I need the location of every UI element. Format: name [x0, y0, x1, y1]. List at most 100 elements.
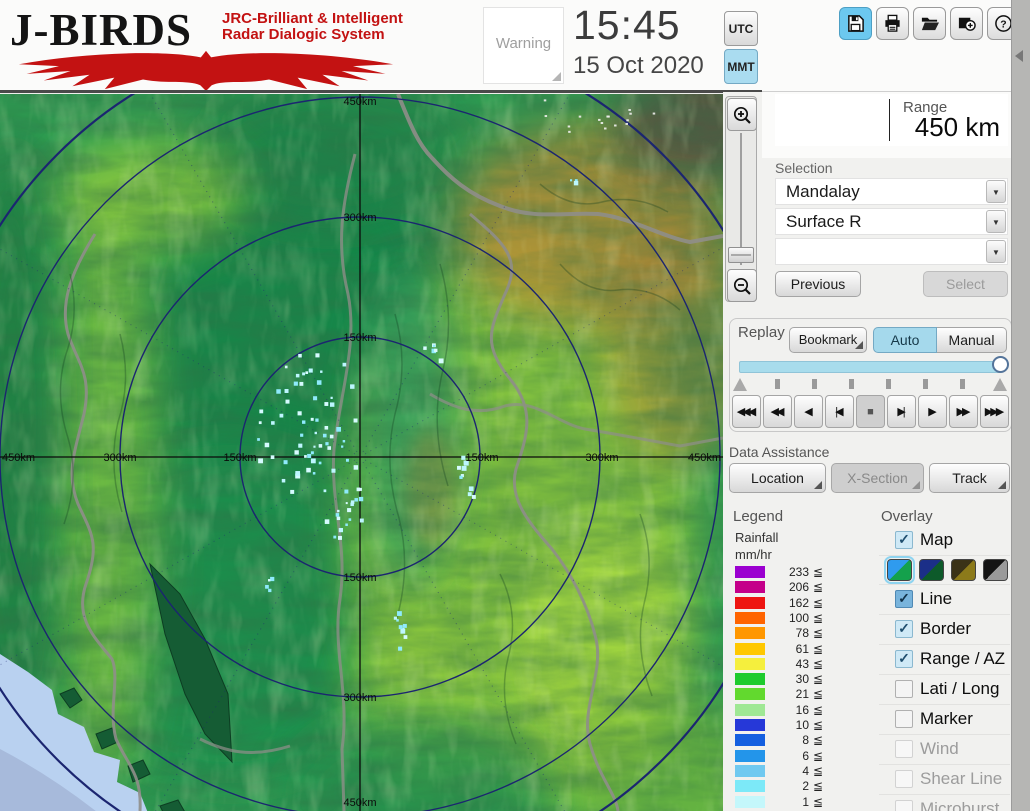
- warning-panel[interactable]: Warning: [483, 7, 564, 84]
- collapse-arrow-icon: [1015, 50, 1023, 62]
- legend-row: 78 ≦: [735, 626, 855, 640]
- legend-row: 100 ≦: [735, 611, 855, 625]
- svg-text:450km: 450km: [343, 96, 376, 108]
- replay-progress-bar[interactable]: [739, 361, 1001, 373]
- legend-row: 4 ≦: [735, 764, 855, 778]
- clock-date: 15 Oct 2020: [573, 52, 704, 79]
- overlay-item-border: ✓ Border: [879, 614, 1010, 644]
- svg-text:150km: 150km: [343, 332, 376, 344]
- previous-button[interactable]: Previous: [775, 271, 861, 297]
- checkbox-lati-long[interactable]: [895, 680, 913, 698]
- overlay-label: Lati / Long: [920, 679, 1000, 698]
- zoom-in-icon: [733, 106, 751, 124]
- legend-row: 30 ≦: [735, 672, 855, 686]
- selection-dropdown-3[interactable]: ▼: [775, 238, 1008, 265]
- overlay-item-line: ✓ Line: [879, 584, 1010, 614]
- zoom-in-button[interactable]: [727, 98, 757, 131]
- replay-tick: [812, 379, 817, 389]
- legend-swatch: [735, 596, 765, 609]
- zoom-out-button[interactable]: [727, 269, 757, 302]
- overlay-item-lati-long: Lati / Long: [879, 674, 1010, 704]
- overlay-label: Shear Line: [920, 769, 1003, 788]
- header-bar: J-BIRDS JRC-Brilliant & Intelligent Rada…: [0, 0, 1030, 93]
- legend-row: 43 ≦: [735, 657, 855, 671]
- legend-row: 16 ≦: [735, 703, 855, 717]
- chevron-down-icon[interactable]: ▼: [986, 240, 1006, 263]
- play-button[interactable]: ▶: [918, 395, 947, 428]
- legend-value: 78: [795, 626, 809, 641]
- legend-le-symbol: ≦: [813, 610, 824, 625]
- checkbox-shear-line: [895, 770, 913, 788]
- clock-time: 15:45: [573, 2, 681, 48]
- map-style-terrain-button[interactable]: [884, 556, 915, 584]
- overlay-item-range-az: ✓ Range / AZ: [879, 644, 1010, 674]
- checkbox-range-az[interactable]: ✓: [895, 650, 913, 668]
- legend-swatch: [735, 566, 765, 578]
- stop-button[interactable]: ■: [856, 395, 885, 428]
- open-file-button[interactable]: [913, 7, 946, 40]
- location-button[interactable]: Location: [729, 463, 826, 493]
- step-forward-button[interactable]: ▶|: [887, 395, 916, 428]
- utc-button[interactable]: UTC: [724, 11, 758, 46]
- legend-row: 206 ≦: [735, 580, 855, 594]
- replay-range-end-marker[interactable]: [993, 378, 1007, 391]
- manual-button[interactable]: Manual: [937, 327, 1007, 353]
- print-button[interactable]: [876, 7, 909, 40]
- checkbox-border[interactable]: ✓: [895, 620, 913, 638]
- legend-swatch: [735, 719, 765, 731]
- add-image-icon: [958, 17, 976, 31]
- legend-le-symbol: ≦: [813, 641, 824, 656]
- legend-swatch: [735, 795, 765, 808]
- replay-tick: [849, 379, 854, 389]
- mmt-button[interactable]: MMT: [724, 49, 758, 84]
- chevron-down-icon[interactable]: ▼: [986, 180, 1006, 203]
- overlay-label: Marker: [920, 709, 973, 728]
- rewind-button[interactable]: ◀◀: [763, 395, 792, 428]
- checkbox-map[interactable]: ✓: [895, 531, 913, 549]
- map-style-grey-button[interactable]: [983, 559, 1008, 581]
- svg-text:?: ?: [1000, 19, 1006, 30]
- step-back-button[interactable]: |◀: [825, 395, 854, 428]
- legend-row: 162 ≦: [735, 596, 855, 610]
- header-divider: [0, 90, 762, 93]
- legend-swatch: [735, 688, 765, 701]
- select-button[interactable]: Select: [923, 271, 1008, 297]
- selection-dropdown-1[interactable]: Mandalay ▼: [775, 178, 1008, 205]
- map-style-olive-button[interactable]: [951, 559, 976, 581]
- svg-text:300km: 300km: [103, 452, 136, 464]
- legend-unit-line2: mm/hr: [735, 547, 772, 562]
- forward-fast-button[interactable]: ▶▶▶: [980, 395, 1009, 428]
- zoom-slider-handle[interactable]: [728, 247, 754, 263]
- legend-value: 162: [788, 595, 809, 610]
- legend-value: 30: [795, 672, 809, 687]
- x-section-button[interactable]: X-Section: [831, 463, 924, 493]
- replay-tick: [886, 379, 891, 389]
- add-image-button[interactable]: [950, 7, 983, 40]
- checkbox-marker[interactable]: [895, 710, 913, 728]
- rewind-fast-button[interactable]: ◀◀◀: [732, 395, 761, 428]
- bookmark-button[interactable]: Bookmark: [789, 327, 867, 353]
- replay-range-start-marker[interactable]: [733, 378, 747, 391]
- play-reverse-button[interactable]: ◀: [794, 395, 823, 428]
- zoom-slider-track[interactable]: [740, 133, 742, 265]
- legend-value: 100: [788, 610, 809, 625]
- logo-subtitle: JRC-Brilliant & Intelligent Radar Dialog…: [222, 10, 403, 43]
- checkbox-line[interactable]: ✓: [895, 590, 913, 608]
- chevron-down-icon[interactable]: ▼: [986, 210, 1006, 233]
- radar-map[interactable]: 150km 150km 150km 150km 300km 300km 300km 300km…: [0, 28, 789, 811]
- forward-button[interactable]: ▶▶: [949, 395, 978, 428]
- svg-text:450km: 450km: [343, 797, 376, 809]
- map-style-dark-button[interactable]: [919, 559, 944, 581]
- selection-dropdown-2[interactable]: Surface R ▼: [775, 208, 1008, 235]
- data-assistance-label: Data Assistance: [729, 444, 830, 460]
- auto-button[interactable]: Auto: [873, 327, 937, 353]
- panel-collapse-strip[interactable]: [1011, 0, 1030, 811]
- track-button[interactable]: Track: [929, 463, 1010, 493]
- replay-slider-handle[interactable]: [992, 356, 1009, 373]
- radar-map-canvas: 150km 150km 150km 150km 300km 300km 300km 300km…: [0, 28, 789, 811]
- legend-swatch: [735, 611, 765, 624]
- legend-le-symbol: ≦: [813, 779, 824, 794]
- save-button[interactable]: [839, 7, 872, 40]
- eagle-icon: [18, 50, 394, 91]
- legend-le-symbol: ≦: [813, 672, 824, 687]
